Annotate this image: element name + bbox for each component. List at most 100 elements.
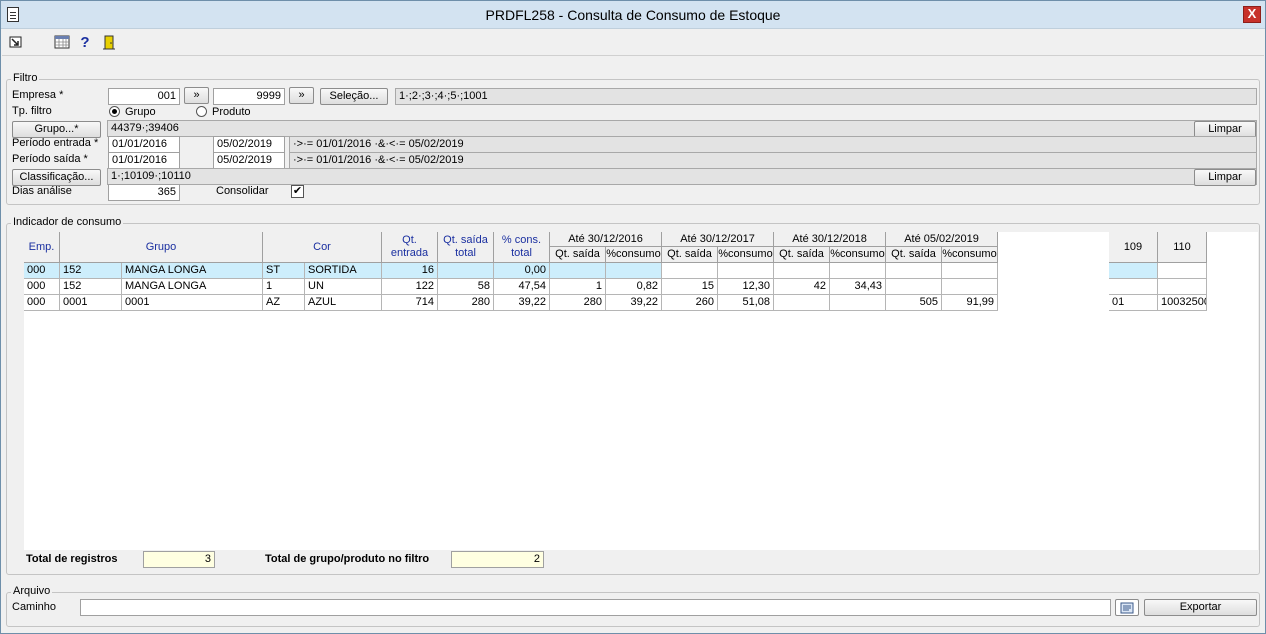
header-grupo[interactable]: Grupo — [60, 232, 263, 263]
table-cell[interactable]: 47,54 — [494, 279, 550, 295]
table-cell[interactable]: 39,22 — [494, 295, 550, 311]
table-cell[interactable]: 10032500 — [1158, 295, 1207, 311]
periodo-saida-from-input[interactable]: 01/01/2016 — [108, 152, 180, 169]
empresa-to-input[interactable]: 9999 — [213, 88, 285, 105]
table-cell[interactable]: 152 — [60, 279, 122, 295]
table-cell[interactable]: 34,43 — [830, 279, 886, 295]
table-cell[interactable] — [718, 263, 774, 279]
table-cell[interactable]: 16 — [382, 263, 438, 279]
empresa-from-jump-button[interactable]: » — [184, 87, 209, 104]
table-cell[interactable]: 12,30 — [718, 279, 774, 295]
table-cell[interactable] — [1109, 263, 1158, 279]
table-cell[interactable] — [830, 295, 886, 311]
caminho-input[interactable] — [80, 599, 1111, 616]
table-cell[interactable] — [550, 263, 606, 279]
header-period-2017[interactable]: Até 30/12/2017 — [662, 232, 774, 247]
help-icon[interactable]: ? — [77, 35, 93, 51]
subheader-qt-saida[interactable]: Qt. saída — [886, 247, 942, 263]
subheader-pct-consumo[interactable]: %consumo — [942, 247, 998, 263]
table-cell[interactable]: 42 — [774, 279, 830, 295]
radio-produto[interactable] — [196, 106, 207, 117]
table-cell[interactable]: 58 — [438, 279, 494, 295]
grupo-button[interactable]: Grupo...* — [12, 121, 101, 138]
table-cell[interactable]: 0001 — [122, 295, 263, 311]
header-cor[interactable]: Cor — [263, 232, 382, 263]
subheader-qt-saida[interactable]: Qt. saída — [774, 247, 830, 263]
table-cell[interactable]: MANGA LONGA — [122, 279, 263, 295]
table-cell[interactable]: 000 — [24, 263, 60, 279]
header-emp[interactable]: Emp. — [24, 232, 60, 263]
header-110[interactable]: 110 — [1158, 232, 1207, 263]
table-cell[interactable]: AZUL — [305, 295, 382, 311]
table-cell[interactable] — [438, 263, 494, 279]
header-period-2019[interactable]: Até 05/02/2019 — [886, 232, 998, 247]
exit-arrow-icon[interactable] — [8, 35, 24, 51]
radio-grupo[interactable] — [109, 106, 120, 117]
table-cell[interactable] — [774, 263, 830, 279]
table-cell[interactable]: 260 — [662, 295, 718, 311]
table-cell[interactable]: 152 — [60, 263, 122, 279]
subheader-pct-consumo[interactable]: %consumo — [606, 247, 662, 263]
periodo-entrada-to-input[interactable]: 05/02/2019 — [213, 136, 285, 153]
table-cell[interactable]: 39,22 — [606, 295, 662, 311]
classificacao-limpar-button[interactable]: Limpar — [1194, 169, 1256, 186]
table-cell[interactable] — [830, 263, 886, 279]
browse-file-icon[interactable] — [1115, 599, 1139, 616]
selecao-button[interactable]: Seleção... — [320, 88, 388, 105]
header-qt-saida[interactable]: Qt. saída total — [438, 232, 494, 263]
table-cell[interactable] — [1158, 263, 1207, 279]
table-cell[interactable] — [942, 263, 998, 279]
header-period-2016[interactable]: Até 30/12/2016 — [550, 232, 662, 247]
header-109[interactable]: 109 — [1109, 232, 1158, 263]
table-cell[interactable]: 0,82 — [606, 279, 662, 295]
header-period-2018[interactable]: Até 30/12/2018 — [774, 232, 886, 247]
table-cell[interactable]: AZ — [263, 295, 305, 311]
subheader-qt-saida[interactable]: Qt. saída — [550, 247, 606, 263]
header-pct-cons[interactable]: % cons. total — [494, 232, 550, 263]
table-cell[interactable]: ST — [263, 263, 305, 279]
table-cell[interactable]: 122 — [382, 279, 438, 295]
table-cell[interactable] — [774, 295, 830, 311]
table-cell[interactable] — [886, 279, 942, 295]
table-cell[interactable]: UN — [305, 279, 382, 295]
dias-analise-input[interactable]: 365 — [108, 184, 180, 201]
table-cell[interactable]: 15 — [662, 279, 718, 295]
table-cell[interactable]: 000 — [24, 295, 60, 311]
table-cell[interactable]: 01 — [1109, 295, 1158, 311]
exportar-button[interactable]: Exportar — [1144, 599, 1257, 616]
close-button[interactable]: X — [1243, 6, 1261, 23]
table-cell[interactable] — [886, 263, 942, 279]
table-cell[interactable]: 51,08 — [718, 295, 774, 311]
table-cell[interactable]: 91,99 — [942, 295, 998, 311]
header-qt-entrada[interactable]: Qt. entrada — [382, 232, 438, 263]
subheader-pct-consumo[interactable]: %consumo — [830, 247, 886, 263]
table-cell[interactable]: 000 — [24, 279, 60, 295]
table-cell[interactable] — [942, 279, 998, 295]
exit-door-icon[interactable] — [101, 35, 117, 51]
subheader-qt-saida[interactable]: Qt. saída — [662, 247, 718, 263]
periodo-saida-expression: ·>·= 01/01/2016 ·&·<·= 05/02/2019 — [289, 152, 1257, 169]
table-cell[interactable]: 714 — [382, 295, 438, 311]
table-cell[interactable] — [606, 263, 662, 279]
table-cell[interactable] — [1109, 279, 1158, 295]
table-cell[interactable] — [662, 263, 718, 279]
periodo-saida-to-input[interactable]: 05/02/2019 — [213, 152, 285, 169]
table-cell[interactable] — [1158, 279, 1207, 295]
consolidar-checkbox[interactable]: ✔ — [291, 185, 304, 198]
empresa-to-jump-button[interactable]: » — [289, 87, 314, 104]
table-cell[interactable]: 505 — [886, 295, 942, 311]
classificacao-button[interactable]: Classificação... — [12, 169, 101, 186]
table-cell[interactable]: 0,00 — [494, 263, 550, 279]
periodo-entrada-from-input[interactable]: 01/01/2016 — [108, 136, 180, 153]
table-cell[interactable]: 1 — [263, 279, 305, 295]
empresa-from-input[interactable]: 001 — [108, 88, 180, 105]
table-cell[interactable]: SORTIDA — [305, 263, 382, 279]
table-cell[interactable]: 0001 — [60, 295, 122, 311]
empresa-label: Empresa * — [12, 89, 64, 101]
table-cell[interactable]: 1 — [550, 279, 606, 295]
table-cell[interactable]: 280 — [550, 295, 606, 311]
subheader-pct-consumo[interactable]: %consumo — [718, 247, 774, 263]
table-cell[interactable]: MANGA LONGA — [122, 263, 263, 279]
table-cell[interactable]: 280 — [438, 295, 494, 311]
calculator-grid-icon[interactable] — [54, 35, 70, 51]
